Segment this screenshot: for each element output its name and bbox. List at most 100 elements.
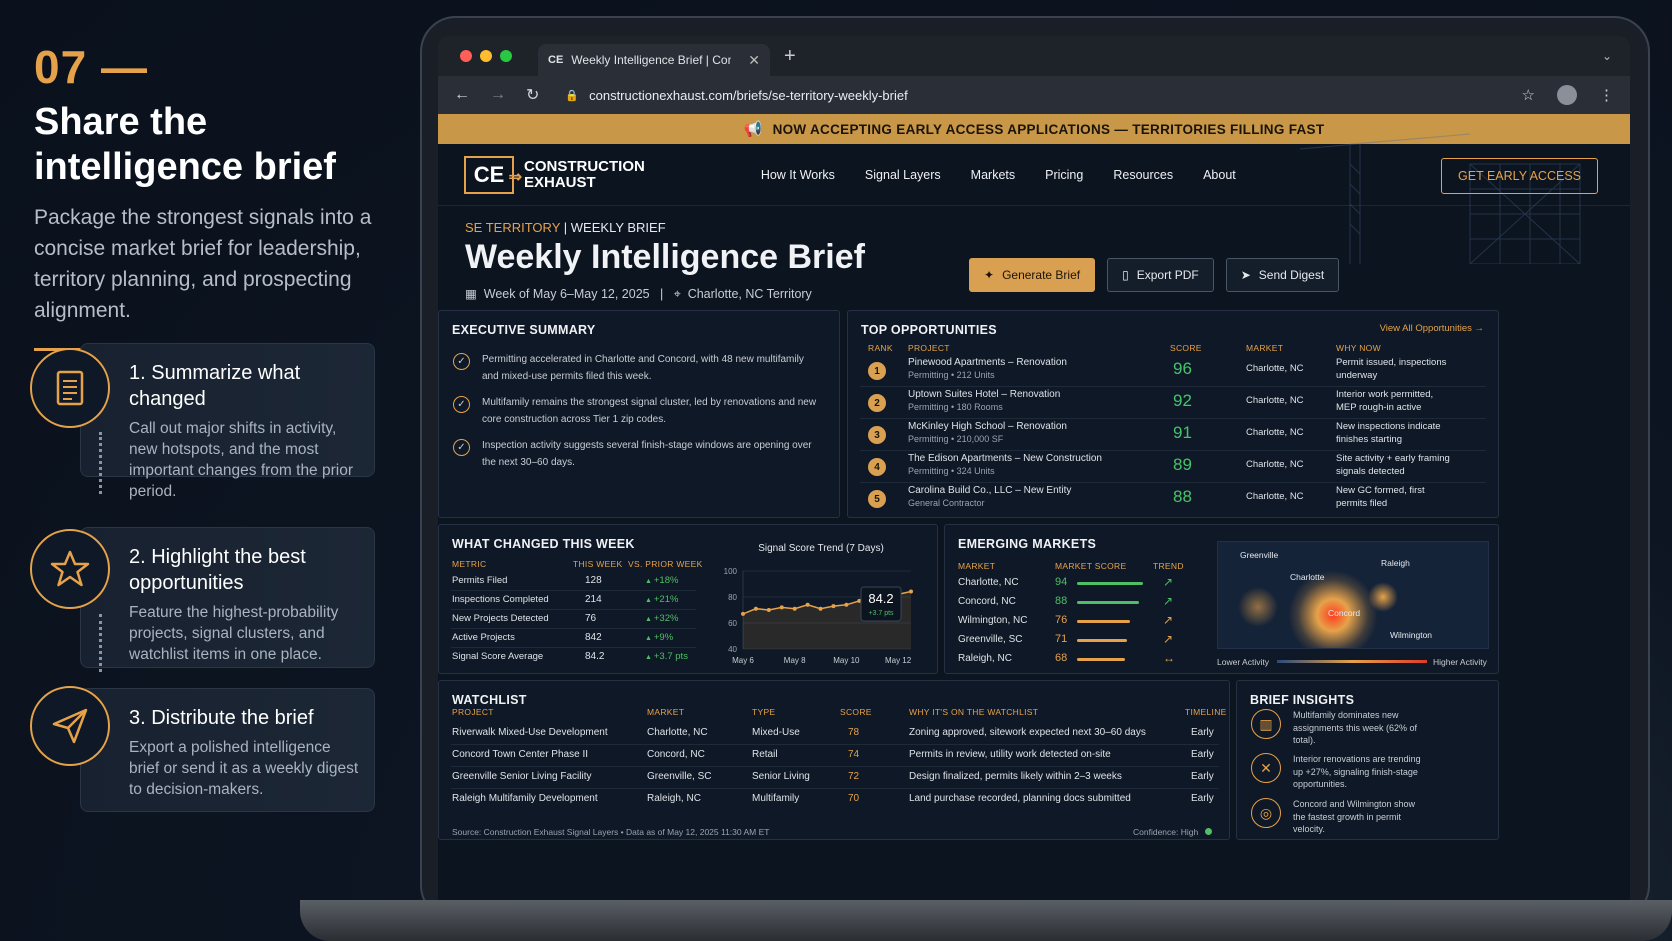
market: Charlotte, NC bbox=[1246, 363, 1304, 374]
row-divider bbox=[451, 590, 696, 591]
data-point bbox=[818, 606, 823, 611]
up-arrow-icon: ▲ bbox=[645, 597, 654, 604]
activity-gradient bbox=[1277, 660, 1427, 663]
watch-score: 74 bbox=[848, 749, 860, 760]
watch-market: Greenville, SC bbox=[647, 771, 712, 782]
breadcrumb: SE TERRITORY | WEEKLY BRIEF bbox=[465, 220, 666, 235]
logo-text: CONSTRUCTION EXHAUST bbox=[524, 157, 645, 191]
status-dot bbox=[1204, 828, 1212, 835]
nav-about[interactable]: About bbox=[1203, 168, 1236, 182]
view-all-opportunities-link[interactable]: View All Opportunities → bbox=[1380, 323, 1484, 334]
get-early-access-button[interactable]: GET EARLY ACCESS bbox=[1441, 158, 1598, 194]
market: Charlotte, NC bbox=[1246, 395, 1304, 406]
watch-timeline: Early bbox=[1191, 771, 1214, 782]
nav-signal-layers[interactable]: Signal Layers bbox=[865, 168, 941, 182]
nav-resources[interactable]: Resources bbox=[1113, 168, 1173, 182]
browser-tab[interactable]: CE Weekly Intelligence Brief | Constr ✕ bbox=[538, 44, 770, 76]
column-header: SCORE bbox=[1170, 343, 1202, 353]
metric-name: Inspections Completed bbox=[452, 594, 549, 605]
project-name[interactable]: McKinley High School – Renovation bbox=[908, 421, 1067, 432]
confidence-label: Confidence: High bbox=[1133, 827, 1212, 837]
send-digest-button[interactable]: ➤ Send Digest bbox=[1225, 258, 1340, 292]
close-tab-icon[interactable]: ✕ bbox=[748, 52, 760, 69]
rank-badge: 1 bbox=[868, 362, 886, 380]
activity-heatmap[interactable]: Greenville Charlotte Raleigh Concord Wil… bbox=[1217, 541, 1489, 649]
project-sub: Permitting • 210,000 SF bbox=[908, 434, 1004, 444]
chevron-down-icon[interactable]: ⌄ bbox=[1602, 49, 1612, 63]
y-tick-label: 80 bbox=[728, 593, 737, 602]
column-header: WHY NOW bbox=[1336, 343, 1381, 353]
export-pdf-button[interactable]: ▯ Export PDF bbox=[1107, 258, 1214, 292]
main-nav: How It Works Signal Layers Markets Prici… bbox=[761, 168, 1266, 182]
back-icon[interactable]: ← bbox=[454, 86, 470, 104]
project-name[interactable]: Uptown Suites Hotel – Renovation bbox=[908, 389, 1060, 400]
panel-title: EXECUTIVE SUMMARY bbox=[452, 323, 596, 337]
sparkle-icon: ✦ bbox=[984, 268, 995, 282]
section-description: Package the strongest signals into a con… bbox=[34, 206, 372, 322]
market-name: Wilmington, NC bbox=[958, 615, 1028, 626]
row-divider bbox=[451, 766, 1219, 767]
nav-pricing[interactable]: Pricing bbox=[1045, 168, 1083, 182]
profile-avatar[interactable] bbox=[1557, 85, 1577, 105]
file-icon: ▯ bbox=[1122, 268, 1129, 282]
insight-item: ▥ Multifamily dominates new assignments t… bbox=[1251, 709, 1421, 747]
metric-name: Active Projects bbox=[452, 632, 515, 643]
watch-type: Retail bbox=[752, 749, 778, 760]
data-point bbox=[909, 589, 913, 594]
bookmark-star-icon[interactable]: ☆ bbox=[1522, 86, 1535, 104]
data-point bbox=[741, 611, 745, 616]
watch-reason: Zoning approved, sitework expected next … bbox=[909, 727, 1146, 738]
step-title: 2. Highlight the best opportunities bbox=[129, 546, 306, 594]
project-name[interactable]: Carolina Build Co., LLC – New Entity bbox=[908, 485, 1071, 496]
tab-bar: CE Weekly Intelligence Brief | Constr ✕ … bbox=[438, 36, 1630, 76]
url-text: constructionexhaust.com/briefs/se-territ… bbox=[589, 87, 908, 103]
insight-item: ◎ Concord and Wilmington show the fastest… bbox=[1251, 798, 1421, 836]
site-header: CE ⇒ CONSTRUCTION EXHAUST How It Works Sig… bbox=[438, 133, 1630, 264]
step-text: Export a polished intelligence brief or … bbox=[129, 739, 359, 798]
executive-summary-panel: EXECUTIVE SUMMARY ✓ Permitting accelerate… bbox=[438, 310, 840, 518]
signal-score-trend-chart: Signal Score Trend (7 Days) 100 80 60 40 May … bbox=[724, 543, 913, 665]
paper-plane-icon: ➤ bbox=[1240, 268, 1251, 282]
calendar-icon: ▦ bbox=[465, 287, 477, 301]
column-header: VS. PRIOR WEEK bbox=[628, 559, 703, 569]
close-window-button[interactable] bbox=[460, 50, 472, 62]
project-name[interactable]: The Edison Apartments – New Construction bbox=[908, 453, 1102, 464]
callout-delta: +3.7 pts bbox=[868, 610, 894, 617]
project-name[interactable]: Pinewood Apartments – Renovation bbox=[908, 357, 1067, 368]
step-number: 07 — bbox=[34, 41, 148, 93]
reload-icon[interactable]: ↻ bbox=[526, 85, 539, 105]
table-row[interactable]: Raleigh Multifamily Development Raleigh, … bbox=[439, 793, 1229, 813]
market-score-bar bbox=[1077, 582, 1143, 585]
minimize-window-button[interactable] bbox=[480, 50, 492, 62]
rank-badge: 2 bbox=[868, 394, 886, 412]
url-field[interactable]: 🔒 constructionexhaust.com/briefs/se-terr… bbox=[565, 88, 907, 103]
market-name: Greenville, SC bbox=[958, 634, 1023, 645]
browser-menu-icon[interactable]: ⋮ bbox=[1599, 86, 1614, 104]
maximize-window-button[interactable] bbox=[500, 50, 512, 62]
why-now: MEP rough-in active bbox=[1336, 402, 1422, 413]
trend-icon: ↗ bbox=[1163, 575, 1174, 589]
generate-brief-button[interactable]: ✦ Generate Brief bbox=[969, 258, 1096, 292]
top-opportunities-panel: TOP OPPORTUNITIES View All Opportunities… bbox=[847, 310, 1499, 518]
nav-how-it-works[interactable]: How It Works bbox=[761, 168, 835, 182]
site-logo[interactable]: CE ⇒ CONSTRUCTION EXHAUST bbox=[464, 155, 645, 194]
metric-delta: ▲ +9% bbox=[645, 632, 673, 643]
source-note: Source: Construction Exhaust Signal Laye… bbox=[452, 827, 770, 837]
location-pin-icon: ⌖ bbox=[673, 287, 681, 301]
page-title: Weekly Intelligence Brief bbox=[465, 238, 865, 276]
watch-market: Concord, NC bbox=[647, 749, 705, 760]
column-header: SCORE bbox=[840, 707, 872, 717]
heat-spot bbox=[1238, 587, 1278, 627]
map-label: Wilmington bbox=[1390, 630, 1433, 640]
market-score-bar bbox=[1077, 620, 1130, 623]
new-tab-icon[interactable]: + bbox=[784, 45, 796, 68]
project-sub: General Contractor bbox=[908, 498, 985, 508]
watchlist-panel: WATCHLIST PROJECT MARKET TYPE SCORE WHY … bbox=[438, 680, 1230, 840]
what-changed-panel: WHAT CHANGED THIS WEEK METRIC THIS WEEK … bbox=[438, 524, 938, 674]
watch-type: Mixed-Use bbox=[752, 727, 800, 738]
metric-value: 842 bbox=[585, 632, 602, 643]
forward-icon[interactable]: → bbox=[490, 86, 506, 104]
row-divider bbox=[451, 609, 696, 610]
nav-markets[interactable]: Markets bbox=[971, 168, 1015, 182]
document-icon bbox=[30, 348, 110, 428]
